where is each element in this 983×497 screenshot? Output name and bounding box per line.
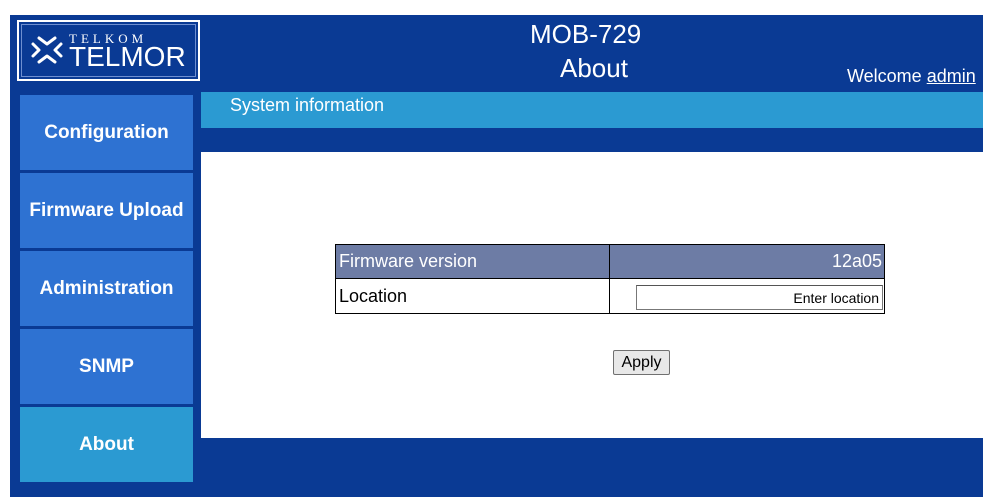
device-model: MOB-729 (530, 19, 642, 49)
nav-firmware-upload[interactable]: Firmware Upload (20, 173, 193, 248)
content-panel: Firmware version 12a05 Location Apply (201, 152, 983, 438)
system-info-table: Firmware version 12a05 Location (335, 244, 885, 314)
welcome-text: Welcome admin (847, 66, 976, 87)
logo-brand-big: TELMOR (69, 41, 186, 72)
nav-administration[interactable]: Administration (20, 251, 193, 326)
nav-configuration[interactable]: Configuration (20, 95, 193, 170)
app-frame: TELKOM TELMOR MOB-729 About Welcome admi… (10, 15, 983, 497)
logo: TELKOM TELMOR (17, 20, 200, 81)
section-header: System information (201, 92, 983, 128)
nav-snmp[interactable]: SNMP (20, 329, 193, 404)
section-title: System information (230, 95, 385, 115)
location-input[interactable] (636, 285, 883, 310)
username-link[interactable]: admin (927, 66, 976, 86)
welcome-prefix: Welcome (847, 66, 927, 86)
firmware-label: Firmware version (336, 245, 610, 278)
firmware-value: 12a05 (831, 251, 882, 271)
page-title: About (560, 53, 628, 83)
nav-about[interactable]: About (20, 407, 193, 482)
location-label: Location (336, 279, 610, 313)
firmware-row: Firmware version 12a05 (336, 245, 884, 279)
telkom-logo-icon (31, 36, 63, 64)
location-row: Location (336, 279, 884, 313)
apply-button[interactable]: Apply (613, 350, 670, 375)
